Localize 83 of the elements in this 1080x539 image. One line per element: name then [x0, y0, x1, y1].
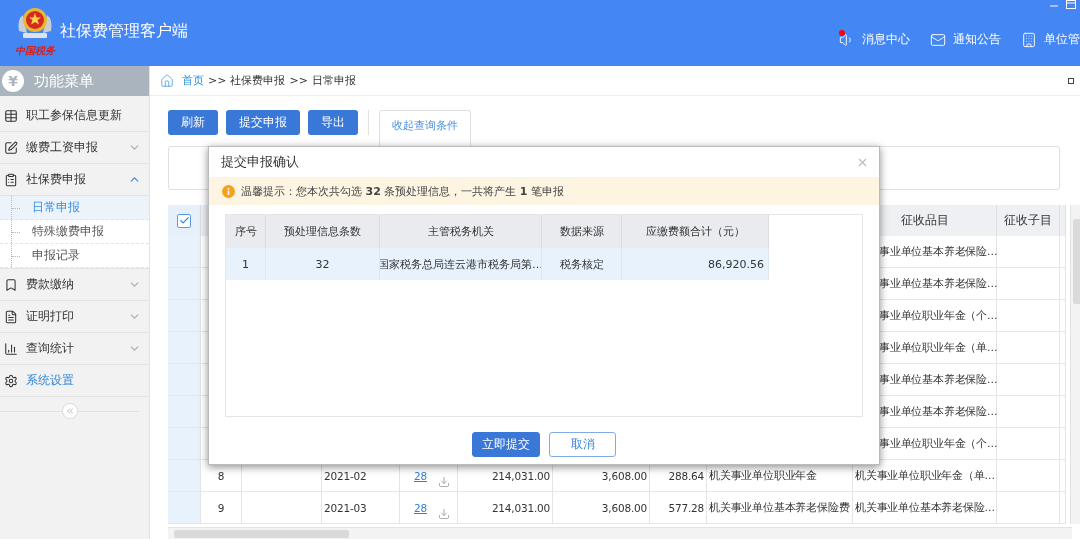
table-cell: 税务核定: [559, 256, 604, 272]
breadcrumb-item: 社保费申报: [230, 73, 286, 88]
menu-item[interactable]: 缴费工资申报: [0, 132, 149, 164]
column-header: 主管税务机关: [380, 215, 542, 248]
count-link[interactable]: 28: [414, 469, 427, 482]
table-cell: [997, 300, 1060, 332]
header-link[interactable]: 通知公告: [930, 31, 1001, 48]
table-cell: 32: [315, 257, 330, 271]
info-icon: [222, 184, 235, 198]
submenu-item[interactable]: 日常申报: [0, 196, 149, 220]
settings-icon: [4, 373, 18, 388]
column-header: 数据来源: [542, 215, 622, 248]
notice-text: 温馨提示：您本次共勾选 32 条预处理信息，一共将产生 1 笔申报: [241, 183, 564, 199]
bar-chart-icon: [4, 341, 18, 356]
scrollbar-thumb[interactable]: [1073, 219, 1080, 304]
toolbar-button[interactable]: 提交申报: [226, 110, 300, 135]
breadcrumb-link[interactable]: 首页: [182, 73, 204, 88]
table-cell: [997, 332, 1060, 364]
column-header: [1060, 205, 1066, 236]
table-cell: 9: [201, 492, 242, 524]
select-all-checkbox[interactable]: [177, 213, 191, 228]
table-cell: [997, 428, 1060, 460]
column-header: 征收子目: [997, 205, 1060, 236]
yen-icon: ¥: [2, 70, 24, 92]
table-cell: [997, 396, 1060, 428]
logo-text: 中国税务: [15, 44, 55, 58]
window-icon[interactable]: [1066, 0, 1076, 9]
menu-title: 功能菜单: [34, 71, 94, 91]
menu-item[interactable]: 查询统计: [0, 333, 149, 365]
header-link[interactable]: 单位管: [1021, 31, 1080, 48]
column-header: 应缴费额合计（元）: [622, 215, 769, 248]
submit-button[interactable]: 立即提交: [472, 432, 540, 457]
table-cell: 2021-03: [322, 492, 400, 524]
menu-item[interactable]: 证明打印: [0, 301, 149, 333]
table-icon: [4, 108, 18, 123]
scrollbar-thumb[interactable]: [174, 530, 349, 538]
table-cell: [997, 268, 1060, 300]
scrollbar[interactable]: [168, 527, 1072, 539]
dialog-title: 提交申报确认: [221, 153, 300, 171]
table-cell: [997, 492, 1060, 524]
table-cell: 86,920.56: [708, 257, 764, 271]
home-icon: [160, 73, 174, 88]
download-icon[interactable]: [438, 507, 450, 520]
breadcrumb-item: 日常申报: [311, 73, 356, 88]
clipboard-icon: [4, 172, 18, 187]
mail-icon: [930, 31, 946, 48]
column-header: 序号: [226, 215, 266, 248]
document-icon: [4, 309, 18, 324]
table-cell: 214,031.00: [458, 492, 553, 524]
table-cell: [997, 364, 1060, 396]
table-cell: [168, 460, 201, 492]
table-cell: 机关事业单位职业年金（单…: [853, 460, 997, 492]
scrollbar[interactable]: [1070, 205, 1080, 524]
menu-item[interactable]: 系统设置: [0, 365, 149, 397]
table-cell: [997, 236, 1060, 268]
submenu-item[interactable]: 申报记录: [0, 244, 149, 268]
collapse-button[interactable]: [62, 403, 78, 419]
toggle-filter-tab[interactable]: 收起查询条件: [379, 110, 471, 146]
column-header: 预处理信息条数: [266, 215, 380, 248]
toolbar-button[interactable]: 导出: [308, 110, 358, 135]
header-link[interactable]: 消息中心: [839, 31, 910, 48]
table-cell: 3,608.00: [553, 492, 650, 524]
table-cell: 1: [242, 257, 249, 271]
edit-icon: [4, 140, 18, 155]
table-cell: 机关事业单位基本养老保险费: [707, 492, 853, 524]
table-cell: [997, 460, 1060, 492]
app-title: 社保费管理客户端: [60, 21, 188, 42]
chevrons-left-icon: [65, 406, 75, 416]
breadcrumb-separator: >>: [289, 74, 308, 87]
table-cell: 577.28: [650, 492, 707, 524]
count-link[interactable]: 28: [414, 501, 427, 514]
bookmark-icon: [4, 277, 18, 292]
submenu-item[interactable]: 特殊缴费申报: [0, 220, 149, 244]
table-cell: 机关事业单位基本养老保险…: [853, 492, 997, 524]
toolbar-button[interactable]: 刷新: [168, 110, 218, 135]
menu-item[interactable]: 费款缴纳: [0, 269, 149, 301]
table-cell: [168, 492, 201, 524]
menu-item[interactable]: 职工参保信息更新: [0, 100, 149, 132]
cancel-button[interactable]: 取消: [549, 432, 616, 457]
breadcrumb-separator: >>: [208, 74, 227, 87]
building-icon: [1021, 31, 1037, 48]
restore-icon[interactable]: [1068, 77, 1074, 84]
download-icon[interactable]: [438, 475, 450, 488]
